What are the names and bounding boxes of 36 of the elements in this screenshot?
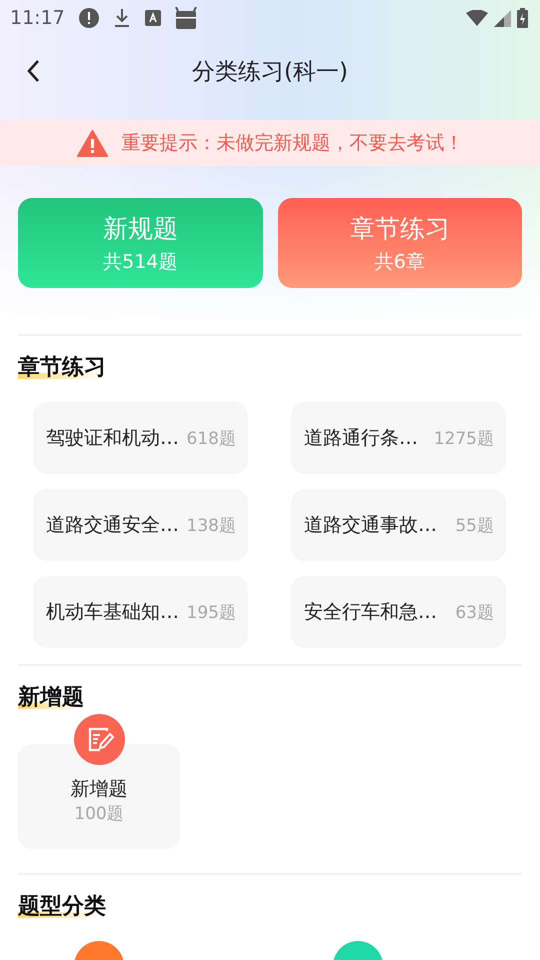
back-icon (26, 59, 40, 83)
chapter-item[interactable]: 道路交通事故… 55题 (291, 489, 506, 561)
chapter-name: 道路交通安全… (46, 513, 179, 538)
chapter-item[interactable]: 驾驶证和机动… 618题 (33, 402, 248, 474)
card-title: 新增题 (70, 777, 128, 802)
edit-note-icon (74, 714, 125, 765)
chapter-item[interactable]: 道路通行条… 1275题 (291, 402, 506, 474)
question-count: 100题 (74, 803, 124, 825)
question-count: 1275题 (434, 428, 494, 450)
warning-icon (76, 130, 108, 156)
section-heading: 新增题 (18, 682, 84, 712)
chapter-name: 机动车基础知… (46, 600, 179, 625)
question-count: 55题 (455, 514, 494, 536)
keyboard-icon (144, 10, 161, 26)
question-count: 63题 (455, 602, 494, 624)
chapter-name: 道路通行条… (304, 426, 418, 451)
chapter-item[interactable]: 安全行车和急… 63题 (291, 576, 506, 648)
wifi-icon (466, 10, 488, 26)
chapter-name: 安全行车和急… (304, 600, 437, 625)
robot-icon (174, 7, 197, 29)
chapter-item[interactable]: 机动车基础知… 195题 (33, 576, 248, 648)
battery-icon (517, 8, 528, 28)
question-count: 195题 (186, 602, 236, 624)
chapter-name: 驾驶证和机动… (46, 426, 179, 451)
question-count: 138题 (186, 514, 236, 536)
clock: 11:17 (10, 7, 65, 29)
chapter-item[interactable]: 道路交通安全… 138题 (33, 489, 248, 561)
alert-icon (78, 8, 99, 28)
notice-text: 重要提示：未做完新规题，不要去考试！ (122, 131, 464, 156)
question-count: 618题 (186, 428, 236, 450)
page-title: 分类练习(科一) (192, 58, 348, 84)
new-questions-card[interactable]: 新增题 100题 (18, 744, 180, 849)
chapter-name: 道路交通事故… (304, 513, 437, 538)
download-icon (112, 8, 131, 28)
signal-icon (494, 10, 511, 26)
section-heading: 章节练习 (18, 352, 106, 382)
